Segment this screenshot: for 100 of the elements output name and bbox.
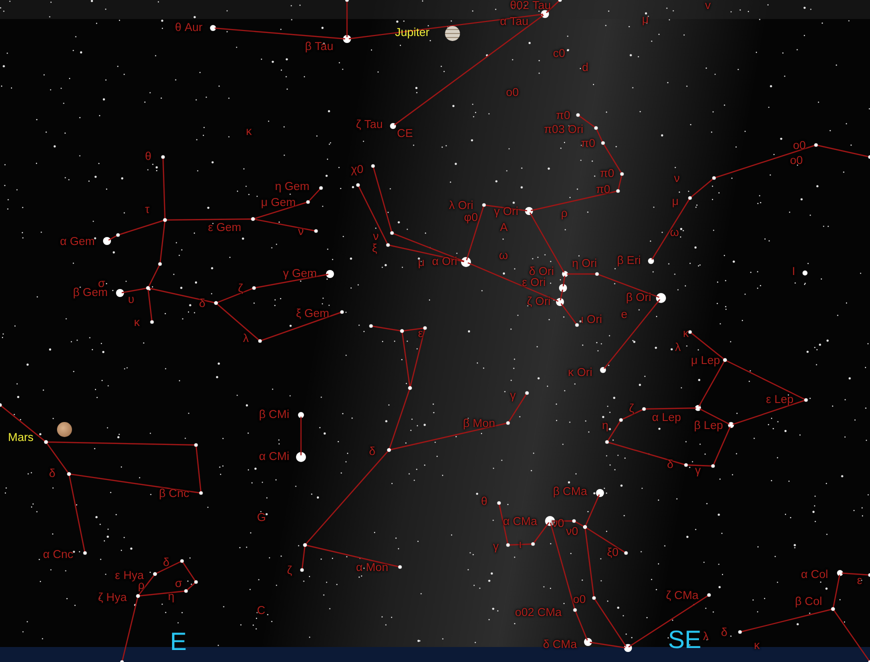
star-label: δ xyxy=(49,468,56,481)
star-label: CE xyxy=(397,128,413,141)
star-label: η xyxy=(602,420,608,433)
star-label: ω xyxy=(670,227,679,240)
star-label: δ xyxy=(667,459,674,472)
star-label: δ CMa xyxy=(543,639,577,652)
star-label: c0 xyxy=(553,48,566,61)
star-label: α CMi xyxy=(259,451,290,464)
star-label: κ Ori xyxy=(568,367,592,380)
star-label: λ Ori xyxy=(449,200,474,213)
star-label: κ xyxy=(754,640,760,653)
star-label: ζ Tau xyxy=(356,119,383,132)
star-label: ζ xyxy=(238,283,244,296)
star-label: σ xyxy=(98,278,106,290)
star-label: β Lep xyxy=(694,420,723,433)
star-label: ξ Gem xyxy=(296,308,330,321)
star-label: ν0 xyxy=(566,526,578,539)
star-label: ε Ori xyxy=(522,277,546,290)
star-label: θ Aur xyxy=(175,22,202,35)
star-label: λ xyxy=(243,333,249,346)
star-label: κ xyxy=(683,328,689,341)
star-label: δ xyxy=(163,557,170,570)
planet-icon xyxy=(57,422,72,437)
star-label: β Ori xyxy=(626,292,652,305)
cardinal-point-label: E xyxy=(170,628,187,656)
star-label: ε xyxy=(418,328,424,341)
star-label: π0 xyxy=(596,184,610,197)
star-label: ζ CMa xyxy=(666,590,699,603)
star-label: ρ xyxy=(561,208,568,221)
star-label: ε xyxy=(857,575,862,588)
star-label: β Cnc xyxy=(159,488,190,501)
star-label: θ xyxy=(145,151,152,164)
star-label: μ xyxy=(642,14,649,27)
star-label: κ xyxy=(134,317,140,330)
star-label: π0 xyxy=(556,110,570,123)
cardinal-point-label: SE xyxy=(668,626,702,654)
star-label: λ xyxy=(703,631,709,644)
star-label: ζ Ori xyxy=(527,296,551,309)
star-label: β CMa xyxy=(553,486,588,499)
star-label: A xyxy=(500,222,508,235)
star-label: π03 Ori xyxy=(544,124,584,137)
star-label: ν xyxy=(298,226,304,239)
star-label: δ xyxy=(369,446,376,459)
star-label: β Gem xyxy=(73,287,108,300)
star-label: ρ xyxy=(138,580,145,593)
star-label: λ xyxy=(675,342,681,355)
star-label: φ0 xyxy=(464,212,478,225)
star-label: o0 xyxy=(793,140,806,153)
star-label: μ Gem xyxy=(261,197,296,210)
star-label: α Ori xyxy=(432,256,458,269)
star-label: γ Ori xyxy=(494,206,518,219)
planet-label: Jupiter xyxy=(395,27,430,40)
star-label: η Ori xyxy=(572,258,597,271)
star-label: α Col xyxy=(801,569,828,582)
star-label: ο0 xyxy=(573,594,586,607)
star-label: δ xyxy=(721,627,728,640)
star-label: ξ0 xyxy=(607,547,619,560)
star-label: ι Ori xyxy=(581,314,602,327)
star-label: o02 CMa xyxy=(515,607,562,620)
star-label: γ Gem xyxy=(283,268,317,281)
star-label: μ xyxy=(672,196,679,209)
star-label: β Mon xyxy=(463,418,496,431)
star-label: v xyxy=(705,0,711,13)
star-label: α Lep xyxy=(652,412,682,425)
star-label: χ0 xyxy=(351,164,364,177)
star-label: μ xyxy=(418,257,425,270)
star-label: β Col xyxy=(795,596,822,609)
star-label: δ xyxy=(199,298,206,311)
star-label: ω xyxy=(499,250,508,263)
star-label: α Tau xyxy=(500,16,528,29)
star-label: π0 xyxy=(600,168,614,181)
star-label: o0 xyxy=(506,87,519,100)
star-label: γ xyxy=(493,541,499,554)
star-label: ζ Hya xyxy=(98,592,127,605)
star-label: ε Lep xyxy=(766,394,794,407)
star-label: ι xyxy=(519,539,522,552)
star-label: α Gem xyxy=(60,236,95,249)
star-label: ν xyxy=(674,173,680,186)
star-label: υ xyxy=(128,294,134,307)
planet-label: Mars xyxy=(8,432,34,445)
star-label: θ02 Tau xyxy=(510,0,551,13)
star-label: δ Ori xyxy=(529,266,554,278)
star-label: d xyxy=(582,62,588,75)
star-label: I xyxy=(792,266,796,279)
star-label: μ Lep xyxy=(691,355,720,368)
star-label: η xyxy=(168,591,174,604)
star-label: γ xyxy=(695,465,701,478)
star-label: α Cnc xyxy=(43,549,74,562)
star-label: ζ xyxy=(629,403,634,416)
star-label: α Mon xyxy=(356,562,388,575)
star-label: ξ xyxy=(372,243,378,256)
star-label: o0 xyxy=(790,155,803,168)
star-label: β Tau xyxy=(305,41,334,54)
star-label: e xyxy=(621,309,628,322)
star-label: θ xyxy=(481,496,488,509)
star-label: β Eri xyxy=(617,255,641,268)
star-label: ε Hya xyxy=(115,570,144,582)
star-label: ν0 xyxy=(552,518,564,531)
star-label: π0 xyxy=(581,138,596,151)
planet-icon xyxy=(445,26,460,41)
